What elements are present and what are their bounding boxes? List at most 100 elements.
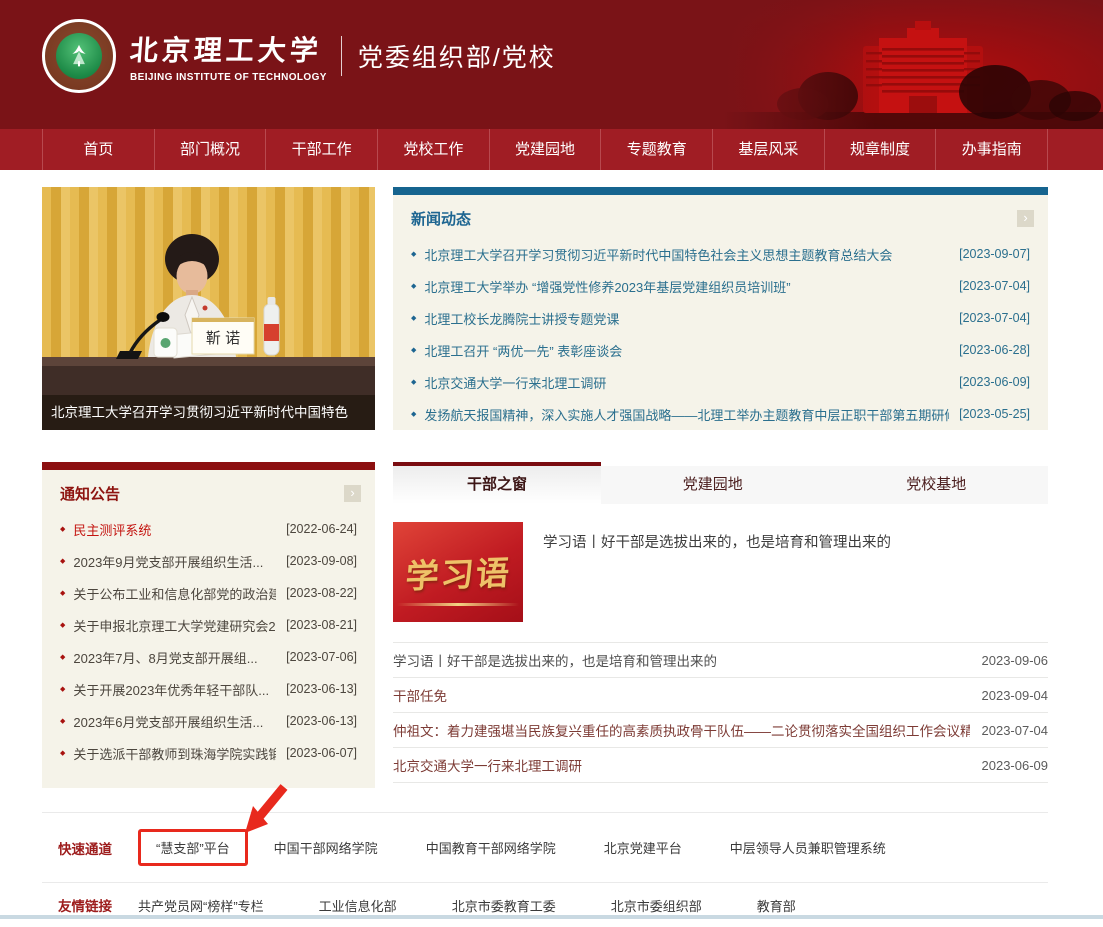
- featured-article: 学习语 学习语丨好干部是选拔出来的，也是培育和管理出来的: [393, 522, 1048, 622]
- diamond-bullet-icon: ◆: [60, 653, 65, 661]
- news-item-text[interactable]: 发扬航天报国精神，深入实施人才强国战略——北理工举办主题教育中层正职干部第五期研…: [424, 405, 949, 424]
- notice-item-text[interactable]: 2023年6月党支部开展组织生活...: [73, 712, 276, 731]
- news-item-text[interactable]: 北京理工大学举办 “增强党性修养2023年基层党建组织员培训班”: [424, 277, 949, 296]
- notice-item[interactable]: ◆ 2023年9月党支部开展组织生活... [2023-09-08]: [60, 545, 357, 577]
- featured-thumbnail[interactable]: 学习语: [393, 522, 523, 622]
- news-item-text[interactable]: 北理工召开 “两优一先” 表彰座谈会: [424, 341, 949, 360]
- news-item-text[interactable]: 北京交通大学一行来北理工调研: [424, 373, 949, 392]
- news-item[interactable]: ◆ 北理工召开 “两优一先” 表彰座谈会 [2023-06-28]: [411, 334, 1030, 366]
- tab-panel: 干部之窗 党建园地 党校基地 学习语 学习语丨好干部是选拔出来的，也是培育和管理…: [393, 462, 1048, 788]
- notice-item[interactable]: ◆ 关于申报北京理工大学党建研究会2... [2023-08-21]: [60, 609, 357, 641]
- news-item-date: [2023-05-25]: [959, 407, 1030, 421]
- news-item-date: [2023-07-04]: [959, 311, 1030, 325]
- notice-item[interactable]: ◆ 关于选派干部教师到珠海学院实践锻... [2023-06-07]: [60, 737, 357, 769]
- friend-link-miit[interactable]: 工业信息化部: [319, 896, 397, 915]
- quick-link-cadre-network-academy[interactable]: 中国干部网络学院: [274, 838, 378, 857]
- nav-item-party-school-work[interactable]: 党校工作: [377, 129, 489, 170]
- photo-nameplate: 靳 诺: [206, 330, 240, 347]
- friend-link-cpc-member-site[interactable]: 共产党员网“榜样”专栏: [138, 896, 264, 915]
- friend-link-ministry-of-education[interactable]: 教育部: [757, 896, 796, 915]
- notice-item-text[interactable]: 关于公布工业和信息化部党的政治建...: [73, 584, 276, 603]
- notice-item-text[interactable]: 关于选派干部教师到珠海学院实践锻...: [73, 744, 276, 763]
- quick-link-mid-level-parttime-system[interactable]: 中层领导人员兼职管理系统: [730, 838, 886, 857]
- notice-item[interactable]: ◆ 2023年6月党支部开展组织生活... [2023-06-13]: [60, 705, 357, 737]
- news-item[interactable]: ◆ 北理工校长龙腾院士讲授专题党课 [2023-07-04]: [411, 302, 1030, 334]
- article-list: 学习语丨好干部是选拔出来的，也是培育和管理出来的 2023-09-06 干部任免…: [393, 642, 1048, 783]
- notice-list: ◆ 民主测评系统 [2022-06-24] ◆ 2023年9月党支部开展组织生活…: [42, 513, 375, 769]
- article-row[interactable]: 干部任免 2023-09-04: [393, 678, 1048, 713]
- notices-more-button[interactable]: ›: [344, 485, 361, 502]
- nav-item-regulations[interactable]: 规章制度: [824, 129, 936, 170]
- article-title[interactable]: 学习语丨好干部是选拔出来的，也是培育和管理出来的: [393, 650, 970, 670]
- nav-item-grassroots-style[interactable]: 基层风采: [712, 129, 824, 170]
- friend-links-section: 友情链接 共产党员网“榜样”专栏 工业信息化部 北京市委教育工委 北京市委组织部…: [42, 882, 1048, 927]
- logo-emblem-icon: [56, 33, 102, 79]
- nav-item-party-building[interactable]: 党建园地: [489, 129, 601, 170]
- gold-line-decoration: [397, 603, 519, 606]
- news-list: ◆ 北京理工大学召开学习贯彻习近平新时代中国特色社会主义思想主题教育总结大会 […: [393, 238, 1048, 430]
- article-title[interactable]: 仲祖文：着力建强堪当民族复兴重任的高素质执政骨干队伍——二论贯彻落实全国组织工作…: [393, 720, 970, 740]
- nav-item-home[interactable]: 首页: [42, 129, 154, 170]
- diamond-bullet-icon: ◆: [411, 346, 416, 354]
- news-item-date: [2023-07-04]: [959, 279, 1030, 293]
- tab-party-school-base[interactable]: 党校基地: [825, 462, 1049, 504]
- news-item-text[interactable]: 北理工校长龙腾院士讲授专题党课: [424, 309, 949, 328]
- diamond-bullet-icon: ◆: [60, 717, 65, 725]
- nav-item-special-education[interactable]: 专题教育: [600, 129, 712, 170]
- quick-links-section: 快速通道 “慧支部”平台 中国干部网络学院 中国教育干部网络学院 北京党建平台 …: [42, 812, 1048, 882]
- notice-item-date: [2023-09-08]: [286, 554, 357, 568]
- notice-item-text[interactable]: 关于开展2023年优秀年轻干部队...: [73, 680, 276, 699]
- article-row[interactable]: 北京交通大学一行来北理工调研 2023-06-09: [393, 748, 1048, 783]
- nav-item-cadre-work[interactable]: 干部工作: [265, 129, 377, 170]
- notice-item[interactable]: ◆ 2023年7月、8月党支部开展组... [2023-07-06]: [60, 641, 357, 673]
- main-nav: 首页 部门概况 干部工作 党校工作 党建园地 专题教育 基层风采 规章制度 办事…: [0, 129, 1103, 170]
- notice-item-text[interactable]: 2023年9月党支部开展组织生活...: [73, 552, 276, 571]
- notice-item-date: [2023-06-13]: [286, 682, 357, 696]
- nav-item-department-overview[interactable]: 部门概况: [154, 129, 266, 170]
- news-item-text[interactable]: 北京理工大学召开学习贯彻习近平新时代中国特色社会主义思想主题教育总结大会: [424, 245, 949, 264]
- tab-strip: 干部之窗 党建园地 党校基地: [393, 462, 1048, 504]
- news-item[interactable]: ◆ 北京理工大学召开学习贯彻习近平新时代中国特色社会主义思想主题教育总结大会 […: [411, 238, 1030, 270]
- notice-item[interactable]: ◆ 关于公布工业和信息化部党的政治建... [2023-08-22]: [60, 577, 357, 609]
- university-logo[interactable]: [42, 19, 116, 93]
- diamond-bullet-icon: ◆: [60, 621, 65, 629]
- footer-band: [0, 915, 1103, 919]
- news-more-button[interactable]: ›: [1017, 210, 1034, 227]
- article-title[interactable]: 干部任免: [393, 685, 970, 705]
- notice-item[interactable]: ◆ 关于开展2023年优秀年轻干部队... [2023-06-13]: [60, 673, 357, 705]
- featured-title[interactable]: 学习语丨好干部是选拔出来的，也是培育和管理出来的: [543, 522, 891, 622]
- quick-links-label: 快速通道: [58, 838, 112, 858]
- tab-cadre-window[interactable]: 干部之窗: [393, 462, 601, 504]
- main-content: 靳 诺 北京理工大学召开学习贯彻习近平新时代中国特色 新闻动态 ›: [42, 187, 1048, 927]
- article-title[interactable]: 北京交通大学一行来北理工调研: [393, 755, 970, 775]
- news-item[interactable]: ◆ 发扬航天报国精神，深入实施人才强国战略——北理工举办主题教育中层正职干部第五…: [411, 398, 1030, 430]
- notice-topbar: [42, 462, 375, 470]
- notice-item[interactable]: ◆ 民主测评系统 [2022-06-24]: [60, 513, 357, 545]
- news-carousel[interactable]: 靳 诺 北京理工大学召开学习贯彻习近平新时代中国特色: [42, 187, 375, 430]
- diamond-bullet-icon: ◆: [411, 250, 416, 258]
- notice-item-date: [2023-07-06]: [286, 650, 357, 664]
- news-item[interactable]: ◆ 北京交通大学一行来北理工调研 [2023-06-09]: [411, 366, 1030, 398]
- news-item-date: [2023-06-28]: [959, 343, 1030, 357]
- article-row[interactable]: 学习语丨好干部是选拔出来的，也是培育和管理出来的 2023-09-06: [393, 643, 1048, 678]
- notice-item-text[interactable]: 2023年7月、8月党支部开展组...: [73, 648, 276, 667]
- news-item[interactable]: ◆ 北京理工大学举办 “增强党性修养2023年基层党建组织员培训班” [2023…: [411, 270, 1030, 302]
- nav-item-service-guide[interactable]: 办事指南: [935, 129, 1048, 170]
- diamond-bullet-icon: ◆: [411, 378, 416, 386]
- friend-link-beijing-education-committee[interactable]: 北京市委教育工委: [452, 896, 556, 915]
- notice-item-date: [2022-06-24]: [286, 522, 357, 536]
- quick-link-huizhibu-highlighted[interactable]: “慧支部”平台: [138, 829, 248, 866]
- university-name-en: BEIJING INSTITUTE OF TECHNOLOGY: [130, 72, 327, 83]
- carousel-caption[interactable]: 北京理工大学召开学习贯彻习近平新时代中国特色: [42, 395, 375, 430]
- annotation-arrow-icon: [238, 784, 294, 836]
- chevron-right-icon: ›: [350, 485, 354, 500]
- quick-link-education-cadre-academy[interactable]: 中国教育干部网络学院: [426, 838, 556, 857]
- site-header: 北京理工大学 BEIJING INSTITUTE OF TECHNOLOGY 党…: [0, 0, 1103, 129]
- article-row[interactable]: 仲祖文：着力建强堪当民族复兴重任的高素质执政骨干队伍——二论贯彻落实全国组织工作…: [393, 713, 1048, 748]
- friend-link-beijing-organization-dept[interactable]: 北京市委组织部: [611, 896, 702, 915]
- notice-item-text[interactable]: 民主测评系统: [73, 520, 276, 539]
- news-section: 新闻动态 › ◆ 北京理工大学召开学习贯彻习近平新时代中国特色社会主义思想主题教…: [393, 187, 1048, 430]
- notice-item-text[interactable]: 关于申报北京理工大学党建研究会2...: [73, 616, 276, 635]
- quick-link-beijing-party-platform[interactable]: 北京党建平台: [604, 838, 682, 857]
- tab-party-building[interactable]: 党建园地: [601, 462, 825, 504]
